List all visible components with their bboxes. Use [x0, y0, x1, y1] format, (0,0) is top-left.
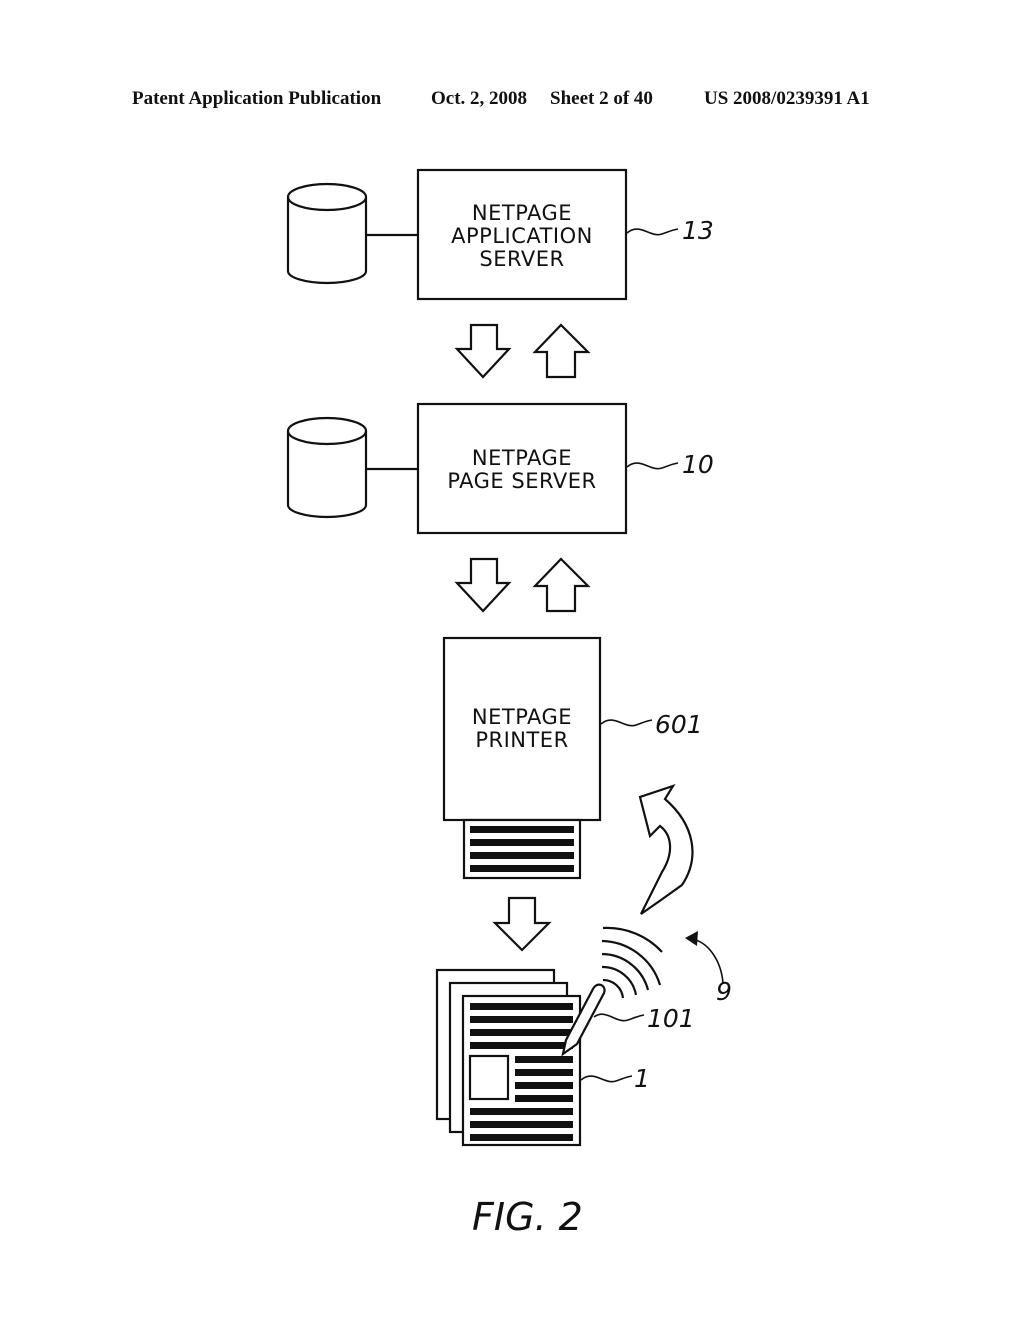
ref-numeral-101: 101 [647, 1004, 695, 1033]
ref-numeral-10: 10 [682, 450, 714, 479]
wireless-signal-icon [601, 926, 663, 999]
curved-arrow-pen-to-printer [638, 783, 694, 915]
arrow-up-page-to-app [532, 323, 591, 379]
page-image-placeholder [468, 1054, 510, 1101]
figure-caption: FIG. 2 [472, 1195, 583, 1239]
ref-numeral-601: 601 [655, 710, 703, 739]
interaction-reference: 9 [685, 931, 732, 1006]
leader-line-1 [580, 1075, 633, 1083]
page-server-label-line2: PAGE SERVER [447, 469, 596, 493]
printer-output-tray [462, 818, 582, 880]
netpage-document-stack [435, 968, 582, 1147]
arrow-down-page-to-printer [454, 557, 512, 613]
arrowhead-9 [685, 931, 698, 946]
node-page-server: NETPAGE PAGE SERVER 10 [416, 402, 714, 535]
arrow-down-printer-to-netpage [492, 896, 552, 952]
arrow-up-printer-to-page [532, 557, 591, 613]
ref-numeral-13: 13 [682, 216, 714, 245]
leader-line-101 [593, 1013, 645, 1022]
page-server-label-line1: NETPAGE [472, 446, 572, 470]
netpage-system-diagram: NETPAGE APPLICATION SERVER 13 NETPAGE PA… [286, 168, 732, 1239]
ref-numeral-1: 1 [634, 1064, 650, 1093]
node-app-server: NETPAGE APPLICATION SERVER 13 [416, 168, 714, 301]
ref-numeral-9: 9 [716, 977, 732, 1006]
database-icon-page-server [286, 416, 368, 519]
database-icon-app-server [286, 182, 368, 285]
app-server-label-line2: APPLICATION [451, 224, 593, 248]
leader-line-13 [626, 228, 679, 236]
leader-line-10 [626, 462, 679, 470]
printer-label-line1: NETPAGE [472, 705, 572, 729]
arrow-down-app-to-page [454, 323, 512, 379]
leader-line-601 [600, 719, 653, 727]
app-server-label-line1: NETPAGE [472, 201, 572, 225]
app-server-label-line3: SERVER [479, 247, 564, 271]
printer-label-line2: PRINTER [475, 728, 568, 752]
